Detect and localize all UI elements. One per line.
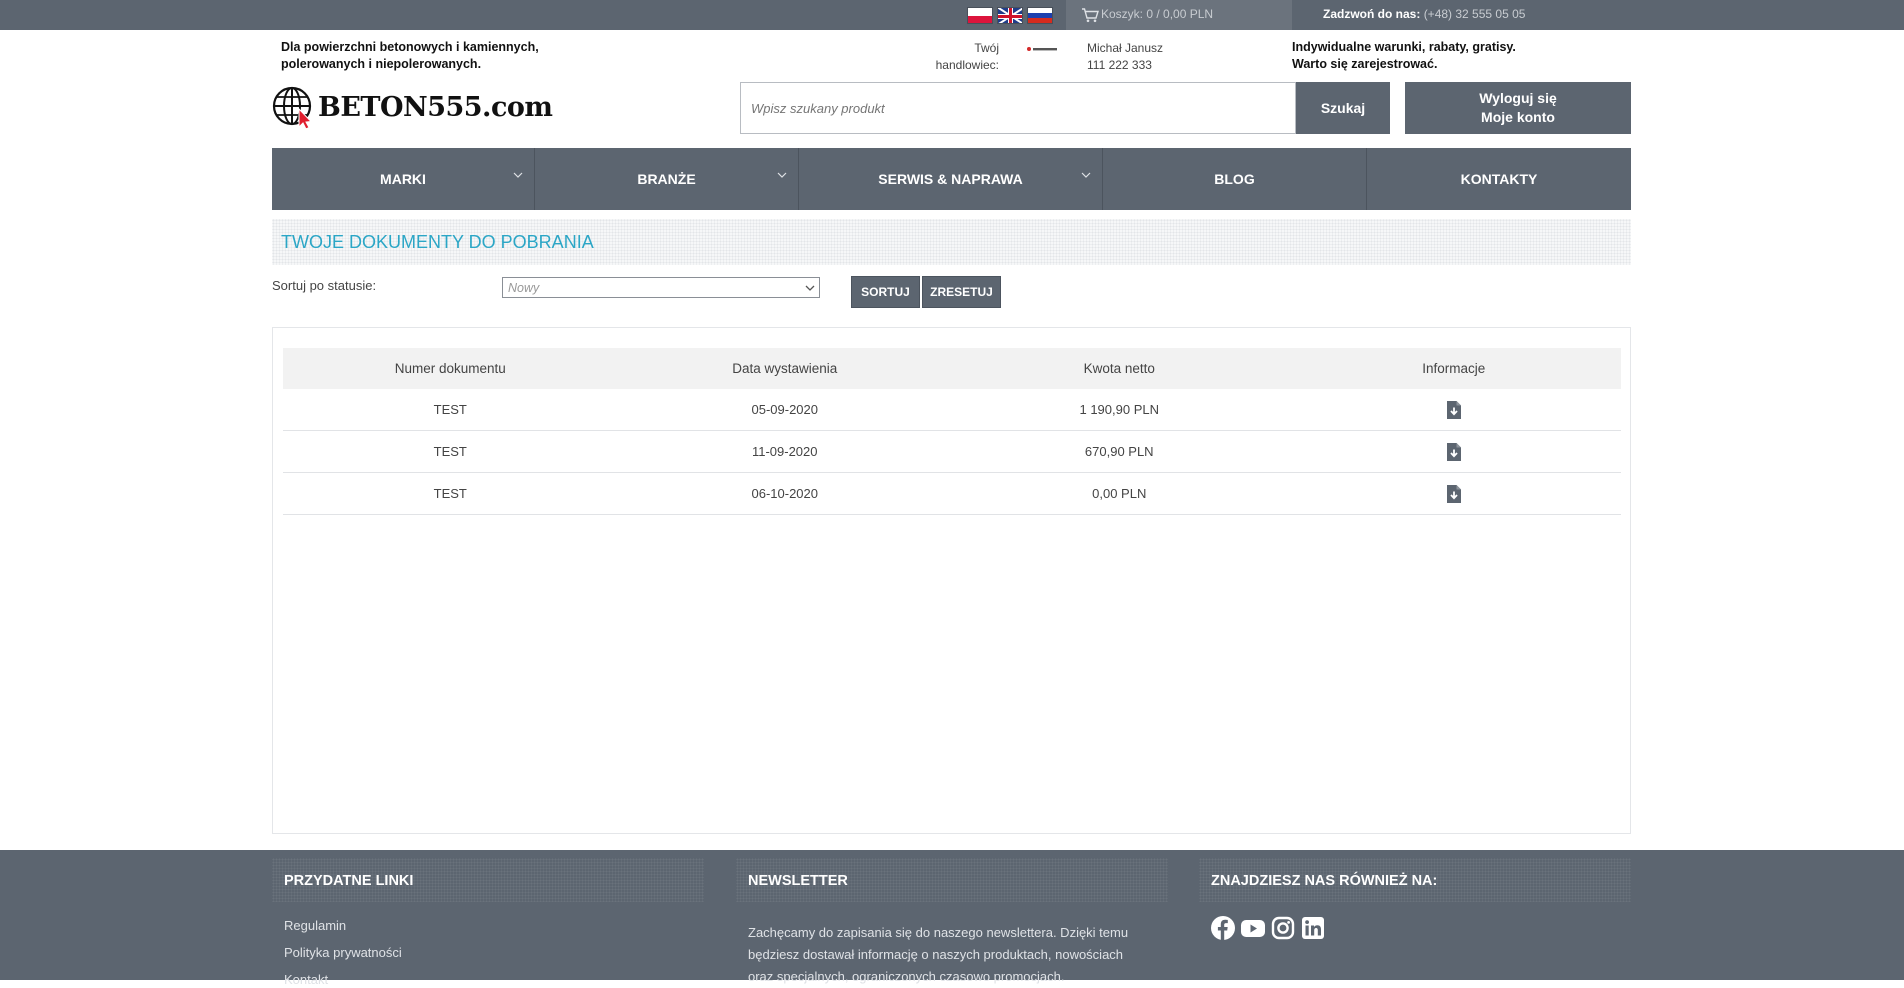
main-nav: MARKI BRANŻE SERWIS & NAPRAWA BLOG KONTA…	[272, 148, 1631, 210]
document-number: TEST	[433, 402, 467, 417]
nav-item-blog[interactable]: BLOG	[1103, 148, 1367, 210]
tagline-line-1: Dla powierzchni betonowych i kamiennych,	[281, 40, 539, 54]
nav-item-service[interactable]: SERWIS & NAPRAWA	[799, 148, 1103, 210]
flag-en-icon[interactable]	[997, 7, 1023, 24]
chevron-down-icon	[805, 285, 815, 291]
sales-rep-label-line-2: handlowiec:	[935, 58, 999, 72]
footer-link-terms[interactable]: Regulamin	[284, 918, 346, 933]
column-header-amount: Kwota netto	[1083, 361, 1155, 376]
sales-rep-company-logo	[1027, 47, 1057, 51]
nav-item-brands[interactable]: MARKI	[272, 148, 535, 210]
search-button[interactable]: Szukaj	[1296, 82, 1390, 134]
chevron-down-icon	[513, 172, 523, 178]
promo-line-1: Indywidualne warunki, rabaty, gratisy.	[1292, 40, 1516, 54]
download-file-icon[interactable]	[1446, 442, 1462, 462]
sales-rep-name: Michał Janusz	[1087, 41, 1164, 55]
facebook-icon[interactable]	[1210, 915, 1236, 941]
logout-link[interactable]: Wyloguj się	[1479, 89, 1557, 108]
cart-icon	[1082, 8, 1099, 23]
logo-text: BETON555.com	[318, 91, 553, 123]
nav-item-label: SERWIS & NAPRAWA	[878, 171, 1023, 187]
nav-item-industries[interactable]: BRANŻE	[535, 148, 799, 210]
sales-rep-phone[interactable]: 111 222 333	[1087, 57, 1163, 74]
search-input[interactable]	[741, 83, 1296, 133]
language-switcher	[967, 7, 1053, 24]
globe-cursor-icon	[272, 86, 313, 129]
document-number: TEST	[433, 444, 467, 459]
cart-summary[interactable]: Koszyk: 0 / 0,00 PLN	[1066, 0, 1292, 30]
registration-promo: Indywidualne warunki, rabaty, gratisy. W…	[1292, 39, 1516, 73]
document-amount: 0,00 PLN	[1092, 486, 1147, 501]
footer-newsletter-title: NEWSLETTER	[748, 873, 848, 889]
table-header: Numer dokumentu Data wystawienia Kwota n…	[283, 348, 1621, 389]
sort-button[interactable]: SORTUJ	[851, 276, 920, 308]
footer-useful-links-title: PRZYDATNE LINKI	[284, 873, 414, 889]
sales-rep-contact: Michał Janusz 111 222 333	[1087, 40, 1163, 74]
nav-item-label: BRANŻE	[637, 171, 696, 187]
my-account-link[interactable]: Moje konto	[1481, 108, 1555, 127]
top-bar: Koszyk: 0 / 0,00 PLN Zadzwoń do nas: (+4…	[0, 0, 1904, 30]
download-file-icon[interactable]	[1446, 400, 1462, 420]
documents-card: Numer dokumentu Data wystawienia Kwota n…	[272, 327, 1631, 834]
document-date: 05-09-2020	[751, 402, 819, 417]
sales-rep-label-line-1: Twój	[974, 41, 999, 55]
document-date: 06-10-2020	[751, 486, 819, 501]
newsletter-text: Zachęcamy do zapisania się do naszego ne…	[748, 925, 1129, 984]
nav-item-contacts[interactable]: KONTAKTY	[1367, 148, 1631, 210]
site-logo[interactable]: BETON555.com	[272, 85, 553, 129]
status-select-value: Nowy	[508, 281, 540, 295]
social-links	[1210, 915, 1326, 941]
nav-item-label: BLOG	[1214, 171, 1255, 187]
reset-button[interactable]: ZRESETUJ	[922, 276, 1001, 308]
status-filter-label: Sortuj po statusie:	[272, 278, 377, 293]
chevron-down-icon	[1081, 172, 1091, 178]
tagline: Dla powierzchni betonowych i kamiennych,…	[281, 39, 571, 73]
chevron-down-icon	[777, 172, 787, 178]
nav-item-label: MARKI	[380, 171, 426, 187]
youtube-icon[interactable]	[1240, 915, 1266, 941]
linkedin-icon[interactable]	[1300, 915, 1326, 941]
flag-pl-icon[interactable]	[967, 7, 993, 24]
account-button[interactable]: Wyloguj się Moje konto	[1405, 82, 1631, 134]
footer-social-header: ZNAJDZIESZ NAS RÓWNIEŻ NA:	[1199, 858, 1631, 902]
table-row: TEST 11-09-2020 670,90 PLN	[283, 431, 1621, 473]
document-amount: 1 190,90 PLN	[1079, 402, 1159, 417]
flag-ru-icon[interactable]	[1027, 7, 1053, 24]
table-row: TEST 05-09-2020 1 190,90 PLN	[283, 389, 1621, 431]
document-info	[1287, 442, 1622, 462]
column-header-date: Data wystawienia	[732, 361, 838, 376]
call-label: Zadzwoń do nas:	[1323, 7, 1421, 21]
document-date: 11-09-2020	[751, 444, 818, 459]
document-amount: 670,90 PLN	[1084, 444, 1154, 459]
table-row: TEST 06-10-2020 0,00 PLN	[283, 473, 1621, 515]
download-file-icon[interactable]	[1446, 484, 1462, 504]
document-info	[1287, 484, 1622, 504]
page-title: TWOJE DOKUMENTY DO POBRANIA	[281, 232, 594, 252]
footer-useful-links-header: PRZYDATNE LINKI	[272, 858, 704, 902]
document-number: TEST	[433, 486, 467, 501]
document-info	[1287, 400, 1622, 420]
sales-rep-label: Twój handlowiec:	[925, 40, 999, 74]
column-header-number: Numer dokumentu	[394, 361, 506, 376]
footer-newsletter-header: NEWSLETTER	[736, 858, 1168, 902]
page-title-bar: TWOJE DOKUMENTY DO POBRANIA	[272, 219, 1631, 265]
footer-social-title: ZNAJDZIESZ NAS RÓWNIEŻ NA:	[1211, 873, 1438, 889]
status-select[interactable]: Nowy	[502, 277, 820, 298]
cart-text: Koszyk: 0 / 0,00 PLN	[1101, 7, 1214, 21]
call-us: Zadzwoń do nas: (+48) 32 555 05 05	[1323, 7, 1525, 21]
column-header-info: Informacje	[1422, 361, 1486, 376]
call-number[interactable]: (+48) 32 555 05 05	[1424, 7, 1526, 21]
tagline-line-2: polerowanych i niepolerowanych.	[281, 57, 482, 71]
documents-table: Numer dokumentu Data wystawienia Kwota n…	[283, 348, 1621, 515]
footer-link-privacy[interactable]: Polityka prywatności	[284, 945, 402, 960]
nav-item-label: KONTAKTY	[1460, 171, 1538, 187]
instagram-icon[interactable]	[1270, 915, 1296, 941]
search-box	[740, 82, 1296, 134]
promo-line-2: Warto się zarejestrować.	[1292, 57, 1438, 71]
